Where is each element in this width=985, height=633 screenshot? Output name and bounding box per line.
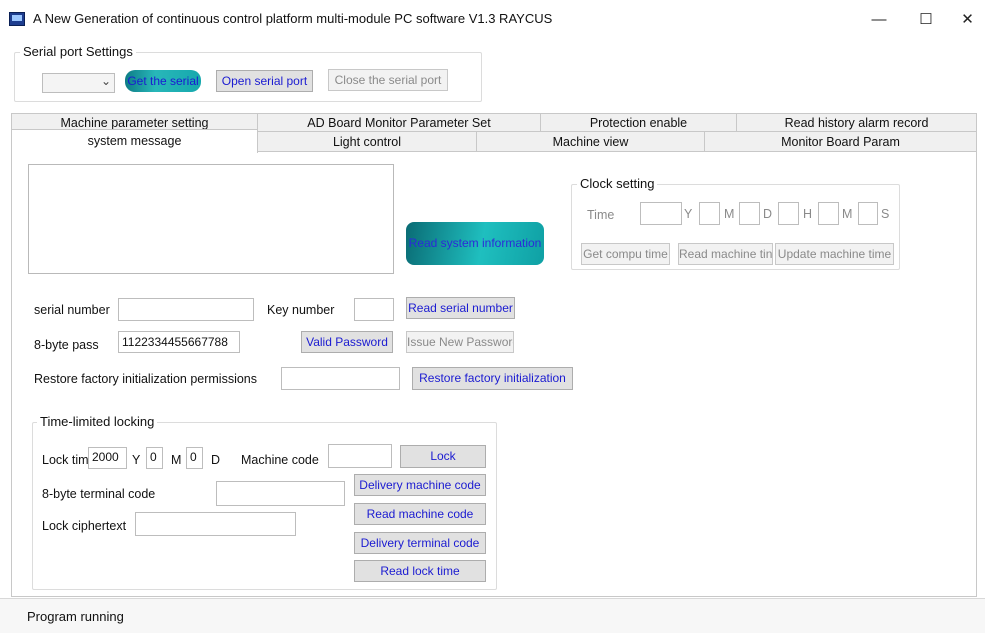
terminal-code-label: 8-byte terminal code (42, 487, 156, 501)
port-select[interactable]: ⌄ (42, 73, 115, 93)
read-machine-time-button[interactable]: Read machine tin (678, 243, 773, 265)
clock-hour-input[interactable] (778, 202, 799, 225)
terminal-code-input[interactable] (216, 481, 345, 506)
lock-month-unit: M (171, 453, 182, 467)
status-text: Program running (27, 609, 124, 624)
key-number-input[interactable] (354, 298, 394, 321)
clock-second-unit: S (881, 207, 890, 221)
delivery-machine-code-button[interactable]: Delivery machine code (354, 474, 486, 496)
maximize-button[interactable]: ☐ (903, 6, 949, 34)
lock-month-input[interactable]: 0 (146, 447, 163, 469)
chevron-down-icon: ⌄ (101, 74, 112, 88)
clock-day-unit: D (763, 207, 773, 221)
clock-month-input[interactable] (699, 202, 720, 225)
read-machine-code-button[interactable]: Read machine code (354, 503, 486, 525)
open-serial-port-button[interactable]: Open serial port (216, 70, 313, 92)
read-system-information-button[interactable]: Read system information (406, 222, 544, 265)
clock-month-unit: M (724, 207, 735, 221)
clock-setting-legend: Clock setting (577, 176, 658, 191)
minimize-button[interactable]: — (856, 6, 902, 34)
app-icon (9, 12, 25, 26)
pass-input[interactable]: 1122334455667788 (118, 331, 240, 353)
serial-number-input[interactable] (118, 298, 254, 321)
lock-day-input[interactable]: 0 (186, 447, 203, 469)
serial-port-legend: Serial port Settings (20, 44, 136, 59)
machine-code-input[interactable] (328, 444, 392, 468)
lock-ciphertext-label: Lock ciphertext (42, 519, 127, 533)
tab-protection-enable[interactable]: Protection enable (540, 113, 737, 132)
tab-ad-board-monitor[interactable]: AD Board Monitor Parameter Set (257, 113, 541, 132)
clock-minute-unit: M (842, 207, 853, 221)
issue-new-password-button[interactable]: Issue New Passworc (406, 331, 514, 353)
window-title: A New Generation of continuous control p… (33, 11, 553, 26)
lock-ciphertext-input[interactable] (135, 512, 296, 536)
restore-permissions-label: Restore factory initialization permissio… (34, 372, 258, 386)
clock-time-label: Time (587, 208, 615, 222)
tab-machine-view[interactable]: Machine view (476, 131, 705, 152)
lock-button[interactable]: Lock (400, 445, 486, 468)
clock-day-input[interactable] (739, 202, 760, 225)
lock-year-unit: Y (132, 453, 141, 467)
lock-year-input[interactable]: 2000 (88, 447, 127, 469)
machine-code-label: Machine code (241, 453, 319, 467)
get-computer-time-button[interactable]: Get compu time (581, 243, 670, 265)
serial-number-label: serial number (34, 303, 110, 317)
close-serial-port-button[interactable]: Close the serial port (328, 69, 448, 91)
time-limited-locking-legend: Time-limited locking (37, 414, 158, 429)
update-machine-time-button[interactable]: Update machine time (775, 243, 894, 265)
tab-read-history-alarm[interactable]: Read history alarm record (736, 113, 977, 132)
restore-permissions-input[interactable] (281, 367, 400, 390)
clock-minute-input[interactable] (818, 202, 839, 225)
status-bar: Program running (0, 598, 985, 633)
title-bar: A New Generation of continuous control p… (0, 0, 985, 36)
close-button[interactable]: ✕ (950, 6, 985, 34)
restore-factory-button[interactable]: Restore factory initialization (412, 367, 573, 390)
key-number-label: Key number (267, 303, 335, 317)
tab-monitor-board-param[interactable]: Monitor Board Param (704, 131, 977, 152)
clock-hour-unit: H (803, 207, 813, 221)
clock-year-input[interactable] (640, 202, 682, 225)
delivery-terminal-code-button[interactable]: Delivery terminal code (354, 532, 486, 554)
read-lock-time-button[interactable]: Read lock time (354, 560, 486, 582)
lock-day-unit: D (211, 453, 221, 467)
read-serial-number-button[interactable]: Read serial number (406, 297, 515, 319)
lock-time-label: Lock tim (42, 453, 89, 467)
pass-label: 8-byte pass (34, 338, 99, 352)
clock-year-unit: Y (684, 207, 693, 221)
tab-system-message[interactable]: system message (11, 129, 258, 153)
get-serial-button[interactable]: Get the serial (125, 70, 201, 92)
system-message-textarea[interactable] (28, 164, 394, 274)
clock-second-input[interactable] (858, 202, 878, 225)
valid-password-button[interactable]: Valid Password (301, 331, 393, 353)
tab-light-control[interactable]: Light control (257, 131, 477, 152)
